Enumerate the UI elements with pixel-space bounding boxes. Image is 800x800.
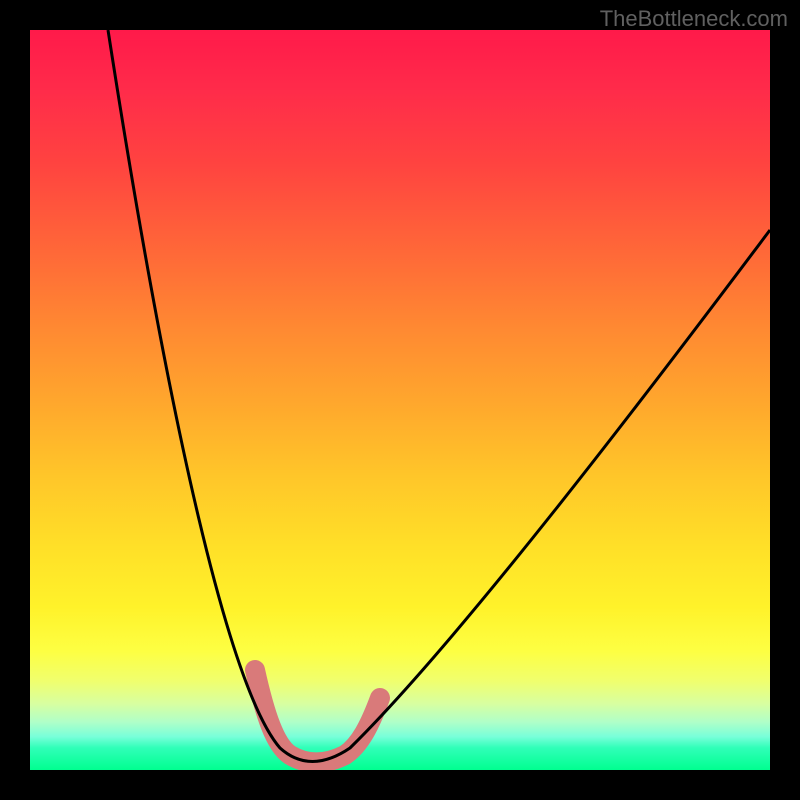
- chart-svg: [30, 30, 770, 770]
- bottleneck-curve-path: [108, 30, 770, 762]
- match-band-path: [255, 670, 380, 763]
- watermark-text: TheBottleneck.com: [600, 6, 788, 32]
- plot-area: [30, 30, 770, 770]
